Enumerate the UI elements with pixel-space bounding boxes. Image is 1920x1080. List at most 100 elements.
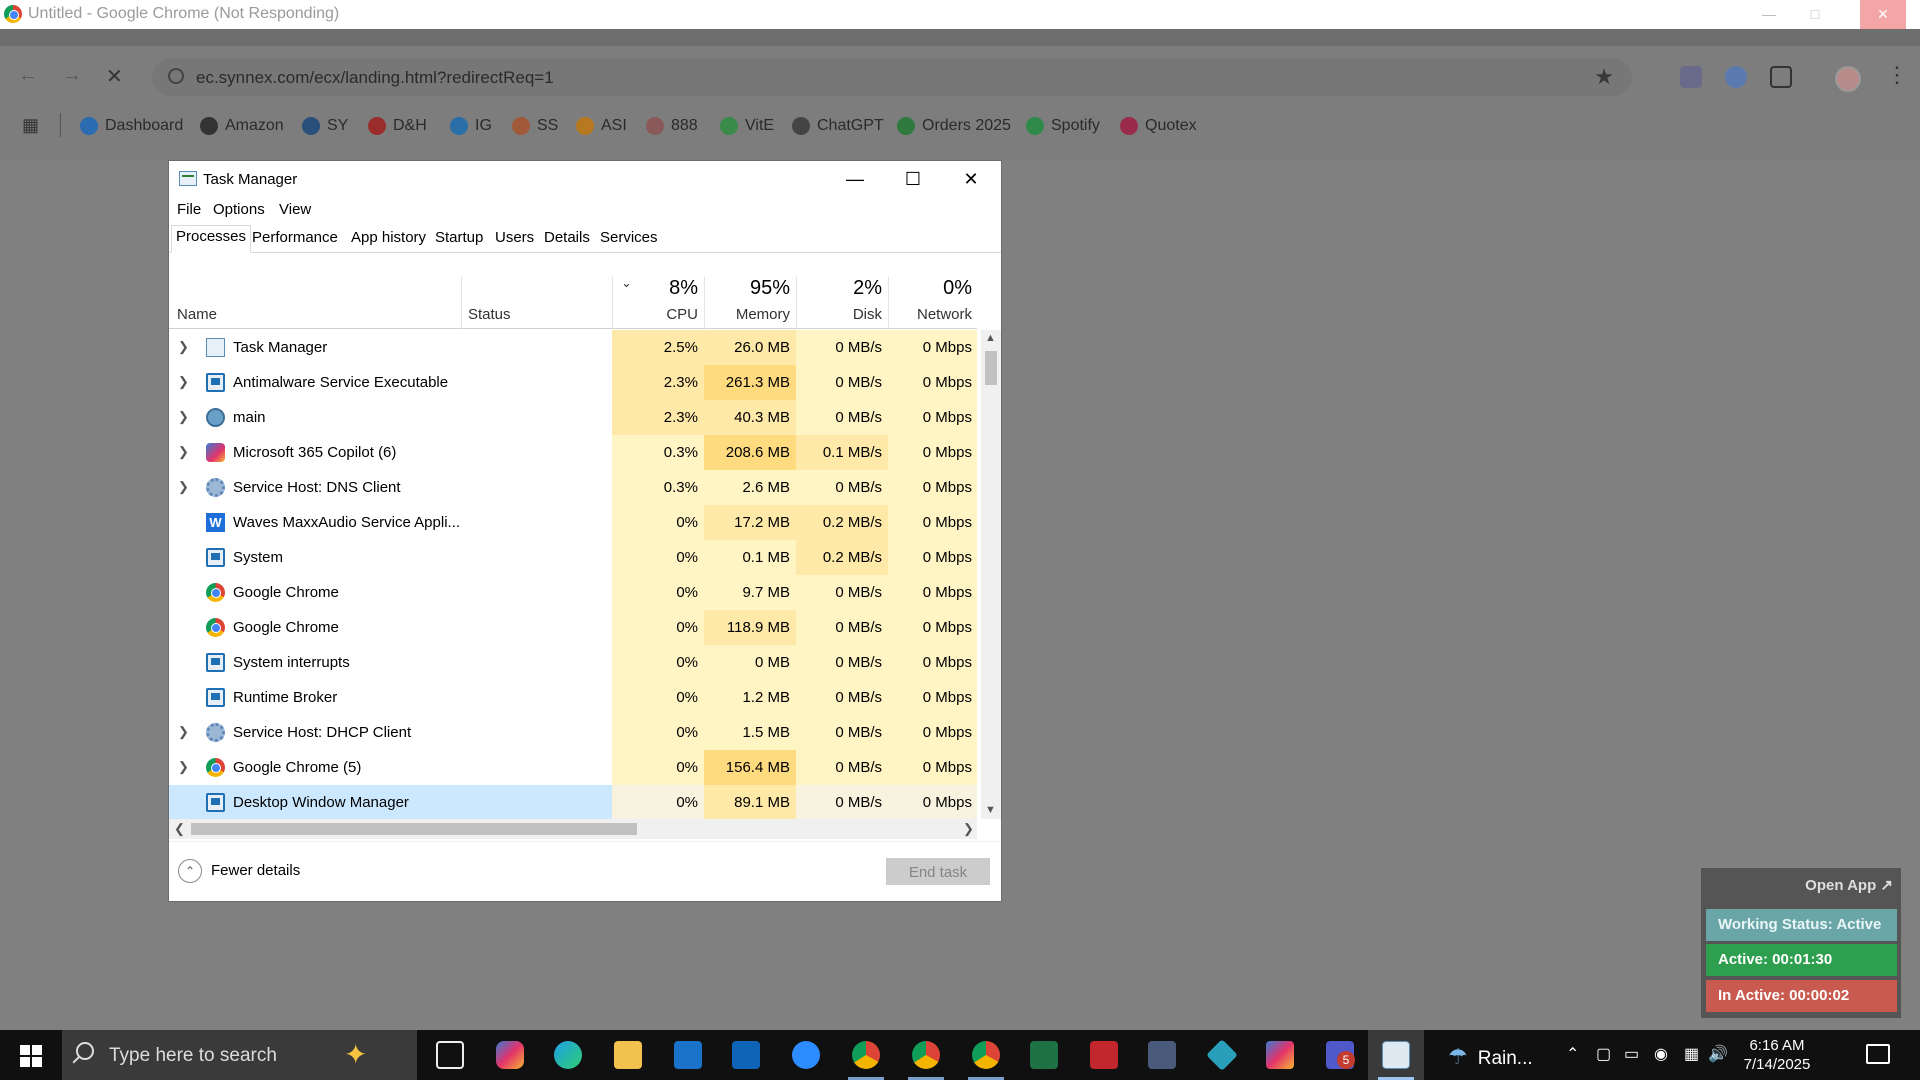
bookmark-item[interactable]: IG: [450, 115, 492, 137]
expand-chevron-right-icon[interactable]: ❯: [178, 409, 189, 425]
windows-start-icon[interactable]: [20, 1045, 42, 1067]
table-row[interactable]: System interrupts 0% 0 MB 0 MB/s 0 Mbps: [169, 645, 977, 680]
fewer-details-link[interactable]: Fewer details: [211, 862, 300, 879]
bookmark-star-icon[interactable]: ★: [1594, 64, 1614, 90]
tab-services[interactable]: Services: [596, 227, 662, 252]
expand-chevron-right-icon[interactable]: ❯: [178, 444, 189, 460]
column-header-status[interactable]: Status: [468, 306, 511, 323]
notification-center-icon[interactable]: [1866, 1044, 1890, 1064]
bookmark-item[interactable]: VitE: [720, 115, 774, 137]
apps-grid-icon[interactable]: ▦: [22, 115, 42, 135]
table-row[interactable]: ❯ Google Chrome (5) 0% 156.4 MB 0 MB/s 0 Mbps: [169, 750, 977, 785]
minimize-button[interactable]: —: [827, 161, 883, 197]
tray-network-icon[interactable]: ▦: [1684, 1044, 1699, 1064]
scroll-down-arrow-icon[interactable]: ▼: [985, 804, 996, 816]
expand-chevron-right-icon[interactable]: ❯: [178, 479, 189, 495]
chrome-menu-icon[interactable]: ⋮: [1886, 62, 1908, 88]
back-arrow-icon[interactable]: ←: [18, 64, 38, 87]
tray-overflow-chevron-icon[interactable]: ⌃: [1566, 1044, 1579, 1064]
memory-total-percent[interactable]: 95%: [704, 277, 790, 300]
chrome-icon[interactable]: [912, 1041, 940, 1069]
site-info-icon[interactable]: [168, 68, 184, 84]
address-bar[interactable]: ec.synnex.com/ecx/landing.html?redirectR…: [152, 58, 1632, 96]
menu-options[interactable]: Options: [213, 201, 265, 218]
table-row[interactable]: ❯ Microsoft 365 Copilot (6) 0.3% 208.6 MB 0.…: [169, 435, 977, 470]
microsoft-store-icon[interactable]: [674, 1041, 702, 1069]
expand-chevron-right-icon[interactable]: ❯: [178, 374, 189, 390]
chrome-icon[interactable]: [852, 1041, 880, 1069]
menu-file[interactable]: File: [177, 201, 201, 218]
column-header-network[interactable]: Network: [888, 306, 972, 323]
maximize-button[interactable]: ☐: [885, 161, 941, 197]
tab-performance[interactable]: Performance: [248, 227, 342, 252]
tab-app-history[interactable]: App history: [347, 227, 430, 252]
horizontal-scrollbar[interactable]: ❮ ❯: [169, 819, 977, 839]
stop-loading-icon[interactable]: ✕: [106, 64, 123, 89]
end-task-button[interactable]: End task: [886, 858, 990, 885]
menu-view[interactable]: View: [279, 201, 311, 218]
app-diamond-icon[interactable]: [1206, 1039, 1238, 1071]
scrollbar-thumb[interactable]: [191, 823, 637, 835]
taskbar-clock[interactable]: 6:16 AM 7/14/2025: [1732, 1036, 1822, 1074]
table-row[interactable]: ❯ Service Host: DHCP Client 0% 1.5 MB 0 MB/s…: [169, 715, 977, 750]
chrome-icon[interactable]: [972, 1041, 1000, 1069]
close-button[interactable]: ✕: [943, 161, 999, 197]
expand-chevron-right-icon[interactable]: ❯: [178, 339, 189, 355]
chevron-up-circle-icon[interactable]: ⌃: [178, 859, 202, 883]
weather-widget[interactable]: ☂ Rain...: [1448, 1044, 1533, 1070]
outlook-icon[interactable]: [732, 1041, 760, 1069]
extension-icon[interactable]: [1680, 66, 1702, 88]
copilot-icon[interactable]: [496, 1041, 524, 1069]
task-view-icon[interactable]: [436, 1041, 464, 1069]
extension-icon[interactable]: [1725, 66, 1747, 88]
table-row[interactable]: System 0% 0.1 MB 0.2 MB/s 0 Mbps: [169, 540, 977, 575]
bookmark-item[interactable]: SS: [512, 115, 558, 137]
column-divider[interactable]: [461, 277, 462, 329]
expand-chevron-right-icon[interactable]: ❯: [178, 759, 189, 775]
column-header-cpu[interactable]: CPU: [612, 306, 698, 323]
scrollbar-thumb[interactable]: [985, 351, 997, 385]
tab-processes[interactable]: Processes: [171, 225, 252, 253]
zoom-icon[interactable]: [792, 1041, 820, 1069]
tray-display-icon[interactable]: ▭: [1624, 1044, 1639, 1064]
tab-details[interactable]: Details: [540, 227, 594, 252]
file-explorer-icon[interactable]: [614, 1041, 642, 1069]
bookmark-item[interactable]: Amazon: [200, 115, 284, 137]
edge-icon[interactable]: [554, 1041, 582, 1069]
table-row[interactable]: ❯ Task Manager 2.5% 26.0 MB 0 MB/s 0 Mbps: [169, 330, 977, 365]
chrome-minimize-button[interactable]: —: [1746, 0, 1792, 29]
forward-arrow-icon[interactable]: →: [62, 64, 82, 87]
open-app-link[interactable]: Open App ↗: [1805, 876, 1893, 894]
disk-total-percent[interactable]: 2%: [796, 277, 882, 300]
vertical-scrollbar[interactable]: ▲ ▼: [981, 330, 1001, 819]
tab-users[interactable]: Users: [491, 227, 538, 252]
column-header-name[interactable]: Name: [177, 306, 217, 323]
taskbar-search-box[interactable]: Type here to search ✦: [62, 1030, 417, 1080]
tab-startup[interactable]: Startup: [431, 227, 487, 252]
scroll-up-arrow-icon[interactable]: ▲: [985, 332, 996, 344]
task-manager-title-bar[interactable]: Task Manager — ☐ ✕: [169, 161, 1001, 197]
column-header-disk[interactable]: Disk: [796, 306, 882, 323]
search-highlight-sparkle-icon[interactable]: ✦: [344, 1038, 367, 1071]
task-manager-taskbar-icon[interactable]: [1382, 1041, 1410, 1069]
filezilla-icon[interactable]: [1090, 1041, 1118, 1069]
table-row[interactable]: ❯ main 2.3% 40.3 MB 0 MB/s 0 Mbps: [169, 400, 977, 435]
profile-avatar[interactable]: [1835, 66, 1861, 92]
column-header-memory[interactable]: Memory: [704, 306, 790, 323]
table-row[interactable]: ❯ Antimalware Service Executable 2.3% 261.3…: [169, 365, 977, 400]
table-row[interactable]: Desktop Window Manager 0% 89.1 MB 0 MB/s 0 M…: [169, 785, 977, 819]
table-row[interactable]: Google Chrome 0% 118.9 MB 0 MB/s 0 Mbps: [169, 610, 977, 645]
bookmark-item[interactable]: Dashboard: [80, 115, 183, 137]
calculator-icon[interactable]: [1148, 1041, 1176, 1069]
table-row[interactable]: Runtime Broker 0% 1.2 MB 0 MB/s 0 Mbps: [169, 680, 977, 715]
extensions-puzzle-icon[interactable]: [1770, 66, 1792, 88]
scroll-right-arrow-icon[interactable]: ❯: [963, 821, 974, 837]
tray-meet-icon[interactable]: ◉: [1654, 1044, 1668, 1064]
bookmark-item[interactable]: ChatGPT: [792, 115, 884, 137]
bookmark-item[interactable]: Orders 2025: [897, 115, 1011, 137]
table-row[interactable]: W Waves MaxxAudio Service Appli... 0% 17.2 …: [169, 505, 977, 540]
bookmark-item[interactable]: Spotify: [1026, 115, 1100, 137]
table-row[interactable]: ❯ Service Host: DNS Client 0.3% 2.6 MB 0 MB/…: [169, 470, 977, 505]
bookmark-item[interactable]: D&H: [368, 115, 427, 137]
network-total-percent[interactable]: 0%: [888, 277, 972, 300]
